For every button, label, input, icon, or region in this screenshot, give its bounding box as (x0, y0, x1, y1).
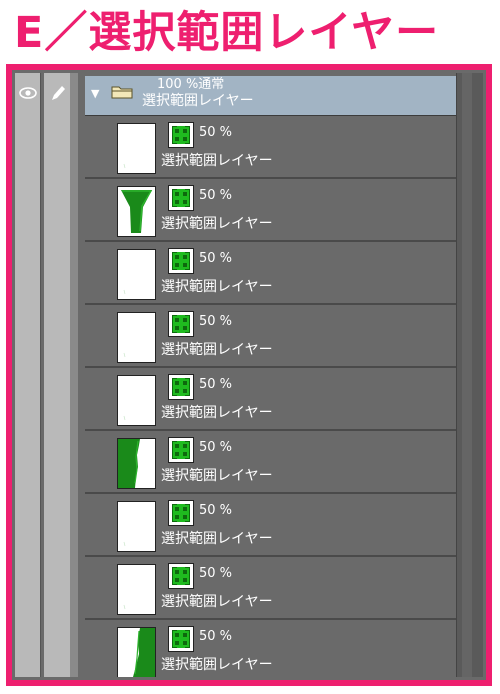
layer-thumbnail (117, 312, 156, 363)
layer-name: 選択範囲レイヤー (161, 531, 273, 547)
layer-row[interactable]: 50 % 選択範囲レイヤー (85, 305, 456, 368)
selection-mask-icon[interactable] (168, 563, 194, 589)
layer-thumbnail (117, 249, 156, 300)
pen-icon[interactable] (48, 83, 68, 103)
layer-folder-row[interactable]: ▼ 100 %通常 選択範囲レイヤー (85, 76, 456, 116)
layer-row[interactable]: 50 % 選択範囲レイヤー (85, 431, 456, 494)
layer-panel: ▼ 100 %通常 選択範囲レイヤー 50 % 選択範囲レイヤー 50 % 選択範囲レ… (15, 73, 483, 677)
visibility-column[interactable] (15, 73, 41, 677)
layer-thumbnail (117, 627, 156, 677)
layer-row[interactable]: 50 % 選択範囲レイヤー (85, 620, 456, 677)
layer-name: 選択範囲レイヤー (161, 657, 273, 673)
layer-thumbnail (117, 501, 156, 552)
layer-opacity: 50 % (199, 377, 233, 392)
lock-column[interactable] (44, 73, 71, 677)
page-title: E／選択範囲レイヤー (14, 8, 440, 58)
selection-mask-icon[interactable] (168, 122, 194, 148)
layer-opacity: 50 % (199, 440, 233, 455)
layer-list: 50 % 選択範囲レイヤー 50 % 選択範囲レイヤー 50 % 選択範囲レイヤー 50 %… (85, 116, 456, 677)
layer-name: 選択範囲レイヤー (161, 153, 273, 169)
scrollbar-thumb[interactable] (462, 73, 472, 677)
folder-opacity-label: 100 %通常 (157, 77, 225, 92)
selection-mask-icon[interactable] (168, 500, 194, 526)
selection-mask-icon[interactable] (168, 311, 194, 337)
layer-opacity: 50 % (199, 251, 233, 266)
layer-name: 選択範囲レイヤー (161, 279, 273, 295)
layer-opacity: 50 % (199, 188, 233, 203)
layer-thumbnail (117, 564, 156, 615)
layer-opacity: 50 % (199, 503, 233, 518)
selection-mask-icon[interactable] (168, 626, 194, 652)
layer-thumbnail (117, 438, 156, 489)
eye-icon[interactable] (18, 83, 38, 103)
selection-mask-icon[interactable] (168, 374, 194, 400)
layer-name: 選択範囲レイヤー (161, 594, 273, 610)
selection-mask-icon[interactable] (168, 437, 194, 463)
column-gap (70, 73, 78, 677)
layer-opacity: 50 % (199, 314, 233, 329)
layer-row[interactable]: 50 % 選択範囲レイヤー (85, 242, 456, 305)
folder-icon (111, 84, 133, 99)
layer-opacity: 50 % (199, 629, 233, 644)
expand-arrow-icon[interactable]: ▼ (91, 87, 99, 100)
layer-row[interactable]: 50 % 選択範囲レイヤー (85, 179, 456, 242)
selection-mask-icon[interactable] (168, 248, 194, 274)
layer-row[interactable]: 50 % 選択範囲レイヤー (85, 368, 456, 431)
layer-name: 選択範囲レイヤー (161, 216, 273, 232)
layer-row[interactable]: 50 % 選択範囲レイヤー (85, 494, 456, 557)
layer-name: 選択範囲レイヤー (161, 405, 273, 421)
layer-row[interactable]: 50 % 選択範囲レイヤー (85, 557, 456, 620)
layer-row[interactable]: 50 % 選択範囲レイヤー (85, 116, 456, 179)
layer-name: 選択範囲レイヤー (161, 342, 273, 358)
layer-opacity: 50 % (199, 125, 233, 140)
layer-thumbnail (117, 186, 156, 237)
folder-name: 選択範囲レイヤー (142, 93, 254, 109)
layer-opacity: 50 % (199, 566, 233, 581)
layer-thumbnail (117, 375, 156, 426)
layer-thumbnail (117, 123, 156, 174)
selection-mask-icon[interactable] (168, 185, 194, 211)
layer-name: 選択範囲レイヤー (161, 468, 273, 484)
